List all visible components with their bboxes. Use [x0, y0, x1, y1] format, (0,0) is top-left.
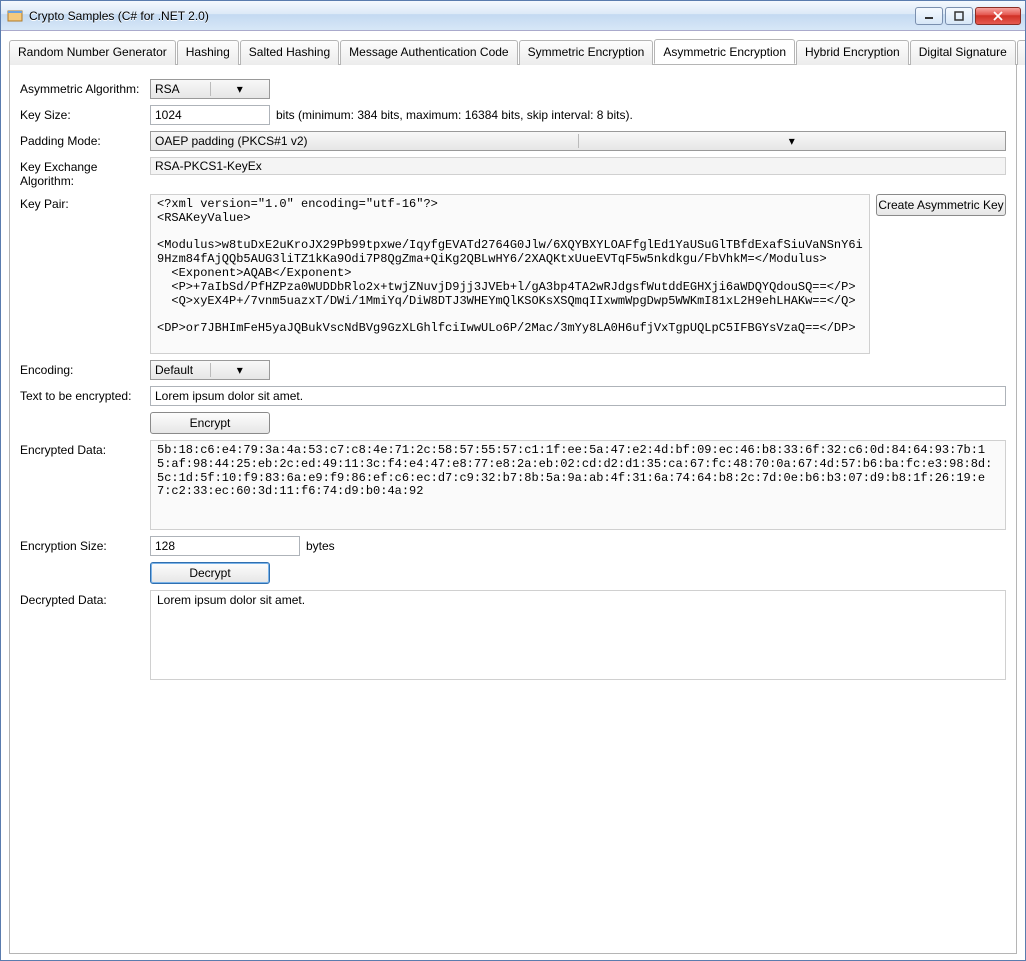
asymmetric-algorithm-value: RSA [151, 82, 210, 96]
label-decrypted-data: Decrypted Data: [20, 590, 150, 607]
padding-mode-value: OAEP padding (PKCS#1 v2) [151, 134, 578, 148]
label-text-to-encrypt: Text to be encrypted: [20, 386, 150, 403]
maximize-button[interactable] [945, 7, 973, 25]
text-to-encrypt-input[interactable] [150, 386, 1006, 406]
tab-asymmetric-encryption[interactable]: Asymmetric Encryption [654, 39, 795, 64]
tab-in-memory-protection[interactable]: In-Memory Protection [1017, 40, 1025, 65]
minimize-button[interactable] [915, 7, 943, 25]
decrypted-data-textarea[interactable]: Lorem ipsum dolor sit amet. [150, 590, 1006, 680]
label-padding-mode: Padding Mode: [20, 131, 150, 148]
tab-symmetric-encryption[interactable]: Symmetric Encryption [519, 40, 654, 65]
chevron-down-icon: ▾ [210, 363, 270, 377]
tab-random-number-generator[interactable]: Random Number Generator [9, 40, 176, 65]
key-exchange-algorithm-field[interactable] [150, 157, 1006, 175]
label-encryption-size: Encryption Size: [20, 536, 150, 553]
label-asymmetric-algorithm: Asymmetric Algorithm: [20, 79, 150, 96]
tabstrip: Random Number Generator Hashing Salted H… [9, 39, 1017, 65]
encoding-value: Default [151, 363, 210, 377]
window-title: Crypto Samples (C# for .NET 2.0) [29, 9, 915, 23]
label-encrypted-data: Encrypted Data: [20, 440, 150, 457]
window-buttons [915, 7, 1021, 25]
app-icon [7, 8, 23, 24]
titlebar: Crypto Samples (C# for .NET 2.0) [1, 1, 1025, 31]
chevron-down-icon: ▾ [578, 134, 1006, 148]
label-key-exchange-algorithm: Key Exchange Algorithm: [20, 157, 150, 188]
label-key-pair: Key Pair: [20, 194, 150, 211]
tab-hybrid-encryption[interactable]: Hybrid Encryption [796, 40, 909, 65]
client-area: Random Number Generator Hashing Salted H… [1, 31, 1025, 960]
encryption-size-input[interactable] [150, 536, 300, 556]
padding-mode-select[interactable]: OAEP padding (PKCS#1 v2) ▾ [150, 131, 1006, 151]
label-key-size: Key Size: [20, 105, 150, 122]
app-window: Crypto Samples (C# for .NET 2.0) Random … [0, 0, 1026, 961]
key-pair-textarea[interactable]: <?xml version="1.0" encoding="utf-16"?> … [150, 194, 870, 354]
create-asymmetric-key-button[interactable]: Create Asymmetric Key [876, 194, 1006, 216]
encrypt-button[interactable]: Encrypt [150, 412, 270, 434]
tab-digital-signature[interactable]: Digital Signature [910, 40, 1016, 65]
tab-message-authentication-code[interactable]: Message Authentication Code [340, 40, 517, 65]
label-encoding: Encoding: [20, 360, 150, 377]
tab-hashing[interactable]: Hashing [177, 40, 239, 65]
key-size-hint: bits (minimum: 384 bits, maximum: 16384 … [276, 108, 633, 122]
key-size-input[interactable] [150, 105, 270, 125]
chevron-down-icon: ▾ [210, 82, 270, 96]
encrypted-data-textarea[interactable]: 5b:18:c6:e4:79:3a:4a:53:c7:c8:4e:71:2c:5… [150, 440, 1006, 530]
decrypt-button[interactable]: Decrypt [150, 562, 270, 584]
encoding-select[interactable]: Default ▾ [150, 360, 270, 380]
encryption-size-unit: bytes [306, 539, 335, 553]
asymmetric-algorithm-select[interactable]: RSA ▾ [150, 79, 270, 99]
close-button[interactable] [975, 7, 1021, 25]
tab-salted-hashing[interactable]: Salted Hashing [240, 40, 339, 65]
tabpanel-asymmetric-encryption: Asymmetric Algorithm: RSA ▾ Key Size: bi… [9, 65, 1017, 954]
